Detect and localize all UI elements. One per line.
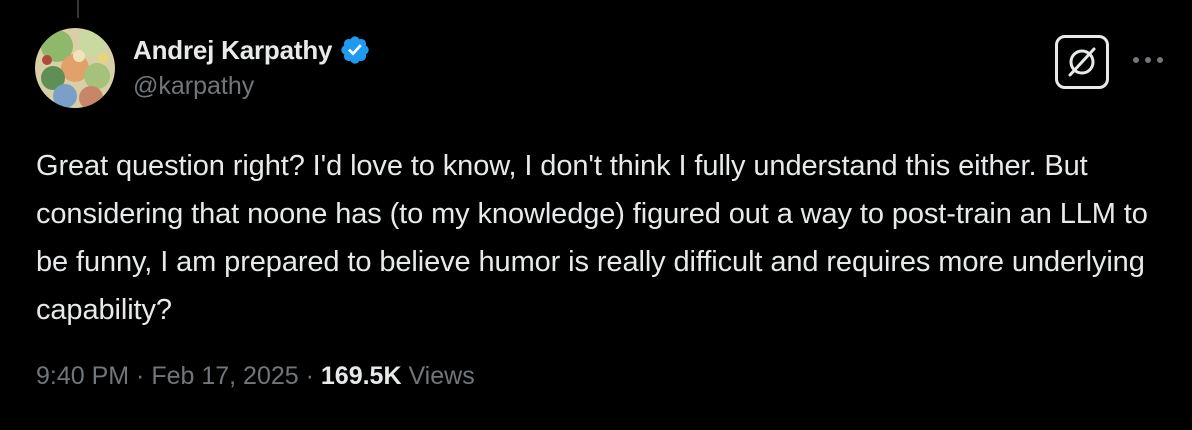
more-options-icon: [1133, 57, 1163, 63]
views-count[interactable]: 169.5K: [321, 362, 402, 391]
tweet-metadata: 9:40 PM · Feb 17, 2025 · 169.5K Views: [36, 362, 475, 391]
meta-separator: ·: [298, 362, 321, 390]
tweet-time[interactable]: 9:40 PM: [36, 362, 129, 391]
tweet-text: Great question right? I'd love to know, …: [36, 150, 1148, 326]
meta-separator: ·: [129, 362, 152, 390]
tweet-date[interactable]: Feb 17, 2025: [151, 362, 298, 391]
author-display-name[interactable]: Andrej Karpathy: [133, 35, 332, 66]
views-label: Views: [401, 362, 475, 390]
grok-icon: [1068, 47, 1096, 77]
thread-connector-line: [77, 0, 79, 18]
author-handle[interactable]: @karpathy: [133, 72, 371, 101]
verified-badge-icon[interactable]: [339, 34, 371, 66]
author-name-row: Andrej Karpathy: [133, 30, 371, 70]
more-options-button[interactable]: [1128, 48, 1168, 72]
author-info: Andrej Karpathy @karpathy: [133, 30, 371, 101]
grok-button[interactable]: [1055, 35, 1109, 89]
avatar[interactable]: [35, 28, 115, 108]
